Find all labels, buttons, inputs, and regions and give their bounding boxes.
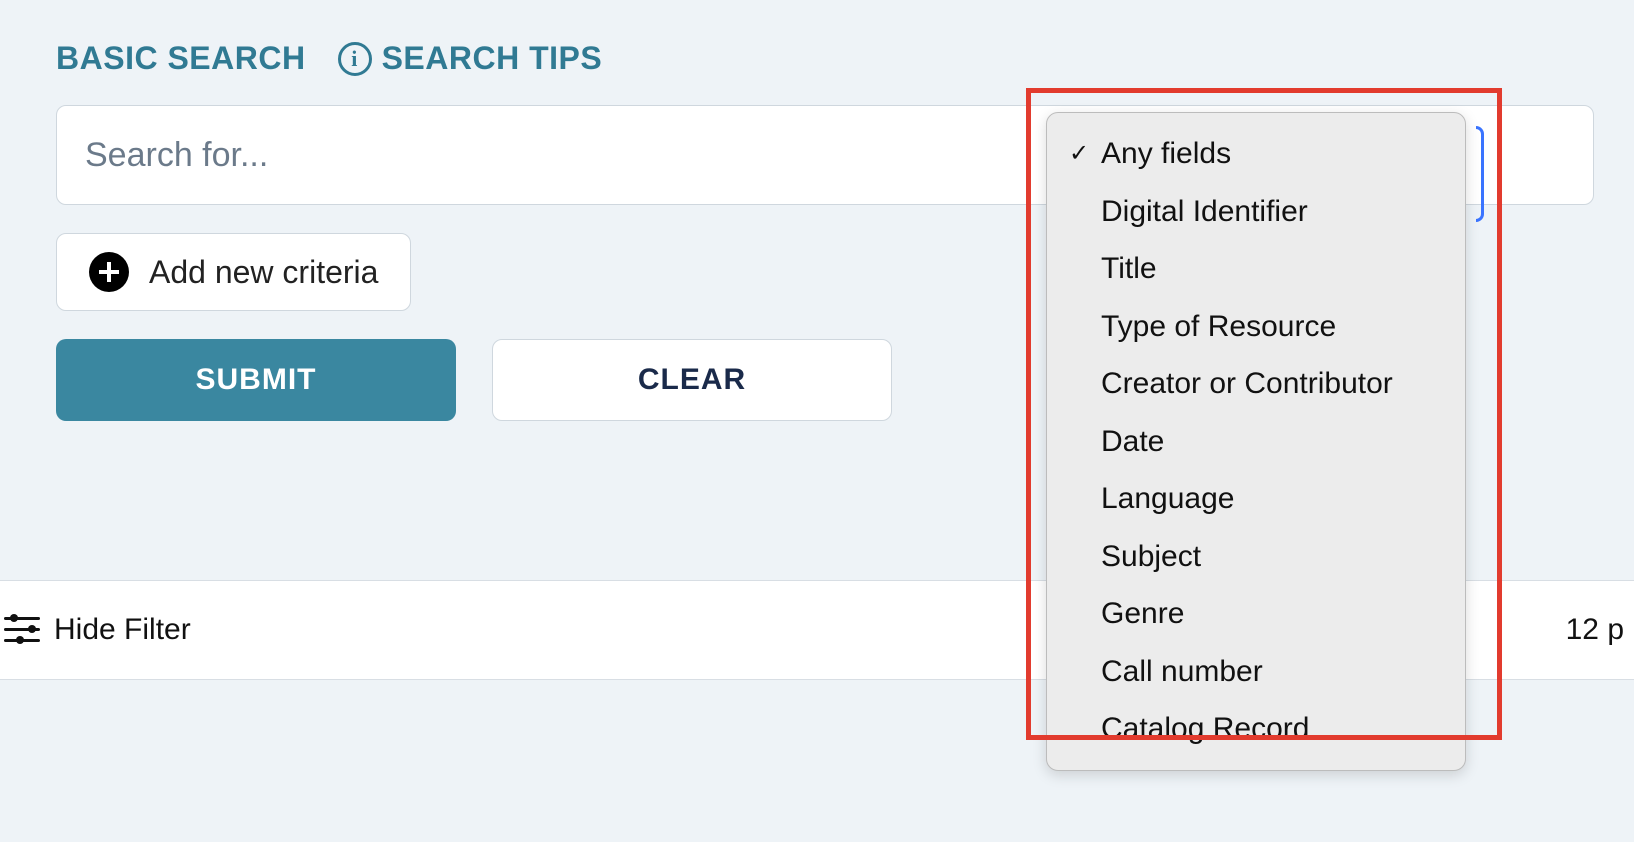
submit-button[interactable]: SUBMIT [56,339,456,421]
tab-basic-search-label: BASIC SEARCH [56,40,306,77]
field-dropdown-option-label: Title [1101,244,1157,294]
hide-filter-toggle[interactable]: Hide Filter [4,613,191,647]
field-select-focus-edge [1476,126,1484,222]
field-dropdown-option-label: Type of Resource [1101,302,1336,352]
add-criteria-button[interactable]: Add new criteria [56,233,411,311]
info-icon: i [338,42,372,76]
field-dropdown-option[interactable]: Creator or Contributor [1047,355,1465,413]
field-dropdown-option[interactable]: Genre [1047,585,1465,643]
field-dropdown-option-label: Subject [1101,532,1201,582]
clear-button[interactable]: CLEAR [492,339,892,421]
sliders-icon [4,615,40,645]
hide-filter-label: Hide Filter [54,613,191,647]
plus-icon [89,252,129,292]
field-dropdown-option-label: Language [1101,474,1234,524]
tab-search-tips[interactable]: i SEARCH TIPS [338,40,603,77]
tab-basic-search[interactable]: BASIC SEARCH [56,40,306,77]
field-dropdown-option[interactable]: Title [1047,240,1465,298]
field-dropdown-option[interactable]: Call number [1047,643,1465,701]
clear-button-label: CLEAR [638,363,746,397]
field-dropdown-option-label: Date [1101,417,1164,467]
field-dropdown-option[interactable]: Catalog Record [1047,700,1465,758]
field-dropdown-option-label: Digital Identifier [1101,187,1308,237]
field-dropdown[interactable]: ✓Any fieldsDigital IdentifierTitleType o… [1046,112,1466,771]
results-per-page-fragment: 12 p [1566,613,1626,647]
search-tabs: BASIC SEARCH i SEARCH TIPS [56,40,1594,77]
field-dropdown-option-label: Catalog Record [1101,704,1309,754]
field-dropdown-option-label: Call number [1101,647,1263,697]
tab-search-tips-label: SEARCH TIPS [382,40,603,77]
field-dropdown-option[interactable]: Date [1047,413,1465,471]
check-icon: ✓ [1065,134,1093,174]
field-dropdown-option[interactable]: Type of Resource [1047,298,1465,356]
field-dropdown-option[interactable]: Digital Identifier [1047,183,1465,241]
submit-button-label: SUBMIT [196,363,317,397]
field-dropdown-option-label: Creator or Contributor [1101,359,1393,409]
field-dropdown-option[interactable]: Language [1047,470,1465,528]
field-dropdown-option[interactable]: Subject [1047,528,1465,586]
field-dropdown-option[interactable]: ✓Any fields [1047,125,1465,183]
add-criteria-label: Add new criteria [149,254,378,291]
field-dropdown-option-label: Genre [1101,589,1184,639]
field-dropdown-option-label: Any fields [1101,129,1231,179]
